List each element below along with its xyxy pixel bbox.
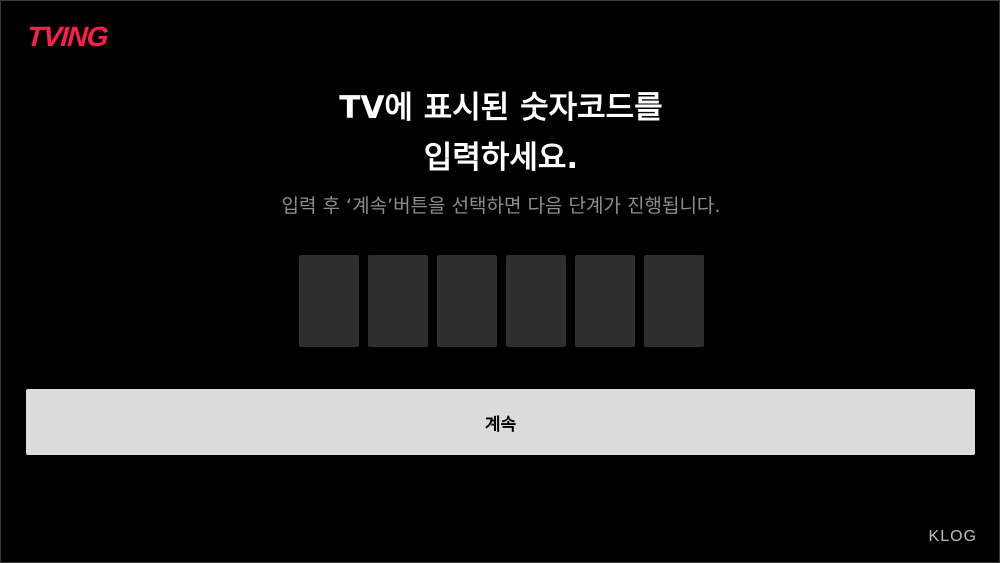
watermark-text: KLOG bbox=[928, 528, 977, 545]
code-input-group bbox=[299, 255, 704, 347]
page-title: TV에 표시된 숫자코드를 입력하세요. bbox=[1, 83, 1000, 183]
code-digit-3[interactable] bbox=[437, 255, 497, 347]
code-digit-1[interactable] bbox=[299, 255, 359, 347]
title-line-2: 입력하세요. bbox=[423, 140, 579, 176]
code-digit-5[interactable] bbox=[575, 255, 635, 347]
page-frame: TVING TV에 표시된 숫자코드를 입력하세요. 입력 후 ‘계속’버튼을 … bbox=[0, 0, 1000, 563]
code-digit-6[interactable] bbox=[644, 255, 704, 347]
instruction-text: 입력 후 ‘계속’버튼을 선택하면 다음 단계가 진행됩니다. bbox=[281, 195, 721, 217]
title-line-1: TV에 표시된 숫자코드를 bbox=[339, 90, 663, 126]
tving-logo[interactable]: TVING bbox=[26, 21, 109, 53]
continue-button[interactable]: 계속 bbox=[26, 389, 975, 455]
code-digit-2[interactable] bbox=[368, 255, 428, 347]
code-digit-4[interactable] bbox=[506, 255, 566, 347]
